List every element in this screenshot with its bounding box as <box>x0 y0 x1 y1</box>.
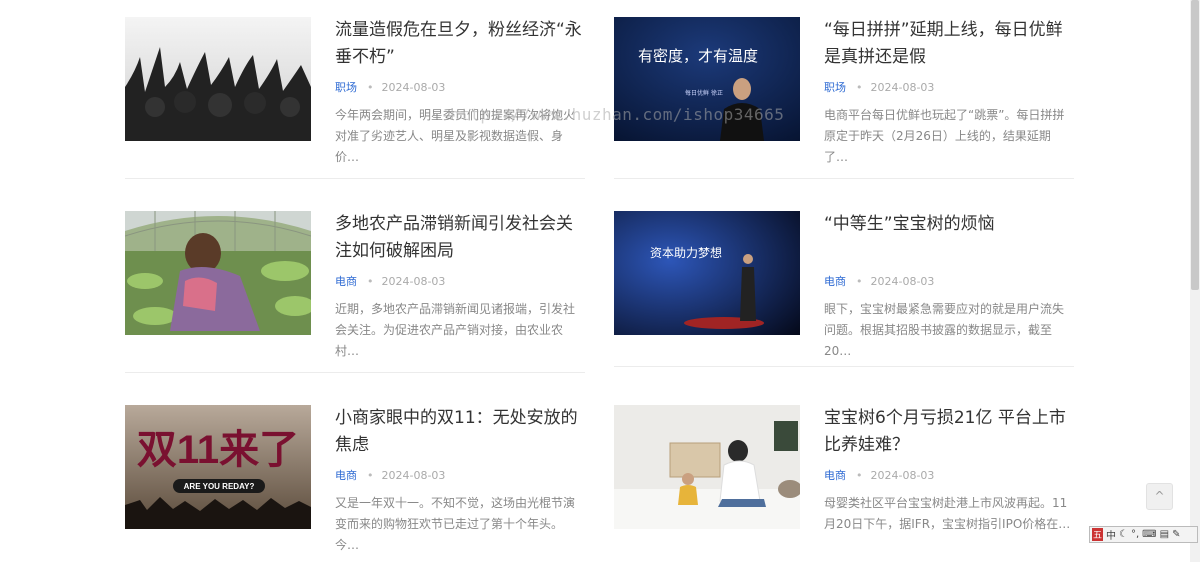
article-title[interactable]: 流量造假危在旦夕，粉丝经济“永垂不朽” <box>335 17 585 71</box>
article-card[interactable]: 有密度，才有温度 每日优鲜 徐正 “每日拼拼”延期上线，每日优鲜是真拼还是假 职… <box>614 17 1074 164</box>
capital-stage-image: 资本助力梦想 <box>614 211 800 335</box>
article-meta: 电商 • 2024-08-03 <box>824 273 934 289</box>
row-divider <box>614 366 1074 367</box>
ime-toolbar[interactable]: 五 中 ☾ °, ⌨ ▤ ✎ <box>1089 526 1198 543</box>
chevron-up-icon: ^ <box>1154 489 1165 503</box>
article-category-link[interactable]: 职场 <box>824 81 846 94</box>
moon-icon[interactable]: ☾ <box>1119 529 1128 540</box>
stage-slogan-text: 资本助力梦想 <box>650 245 722 260</box>
speaker-stage-image: 有密度，才有温度 每日优鲜 徐正 <box>614 17 800 141</box>
back-to-top-button[interactable]: ^ <box>1146 483 1173 510</box>
article-category-link[interactable]: 职场 <box>335 81 357 94</box>
article-card[interactable]: 双11来了 ARE YOU REDAY? 小商家眼中的双11：无处安放的焦虑 电… <box>125 405 585 552</box>
tools-icon[interactable]: ✎ <box>1172 529 1180 540</box>
meta-separator-dot: • <box>856 469 863 482</box>
punctuation-icon[interactable]: °, <box>1131 529 1139 540</box>
article-excerpt: 近期，多地农产品滞销新闻见诸报端，引发社会关注。为促进农产品产销对接，由农业农村… <box>335 302 576 358</box>
article-excerpt: 今年两会期间，明星委员们的提案再次将炮火对准了劣迹艺人、明星及影视数据造假、身价… <box>335 108 576 164</box>
double11-poster-image: 双11来了 ARE YOU REDAY? <box>125 405 311 529</box>
article-date: 2024-08-03 <box>381 469 446 482</box>
mother-child-room-image <box>614 405 800 529</box>
article-card[interactable]: 资本助力梦想 “中等生”宝宝树的烦恼 电商 • 2024-08-03 眼下，宝宝树最… <box>614 211 1074 358</box>
article-category-link[interactable]: 电商 <box>824 275 846 288</box>
row-divider <box>125 178 585 179</box>
article-title[interactable]: “每日拼拼”延期上线，每日优鲜是真拼还是假 <box>824 17 1074 71</box>
article-card[interactable]: 宝宝树6个月亏损21亿 平台上市比养娃难？ 电商 • 2024-08-03 母婴类社… <box>614 405 1074 531</box>
article-card[interactable]: 多地农产品滞销新闻引发社会关注如何破解困局 电商 • 2024-08-03 近期，多… <box>125 211 585 358</box>
article-category-link[interactable]: 电商 <box>824 469 846 482</box>
article-thumbnail-speaker[interactable]: 有密度，才有温度 每日优鲜 徐正 <box>614 17 800 141</box>
article-thumbnail-crowd[interactable] <box>125 17 311 141</box>
skin-icon[interactable]: ▤ <box>1160 529 1169 540</box>
article-date: 2024-08-03 <box>381 275 446 288</box>
keyboard-icon[interactable]: ⌨ <box>1142 529 1156 540</box>
row-divider <box>614 178 1074 179</box>
article-excerpt: 眼下，宝宝树最紧急需要应对的就是用户流失问题。根据其招股书披露的数据显示，截至2… <box>824 302 1065 358</box>
article-title[interactable]: “中等生”宝宝树的烦恼 <box>824 211 1074 238</box>
article-category-link[interactable]: 电商 <box>335 469 357 482</box>
scrollbar-thumb[interactable] <box>1191 0 1199 290</box>
article-meta: 电商 • 2024-08-03 <box>335 273 445 289</box>
crowd-concert-image <box>125 17 311 141</box>
article-meta: 职场 • 2024-08-03 <box>824 79 934 95</box>
article-date: 2024-08-03 <box>870 81 935 94</box>
article-card[interactable]: 流量造假危在旦夕，粉丝经济“永垂不朽” 职场 • 2024-08-03 今年两会期间… <box>125 17 585 164</box>
page-scrollbar[interactable] <box>1190 0 1200 562</box>
article-date: 2024-08-03 <box>381 81 446 94</box>
meta-separator-dot: • <box>856 81 863 94</box>
article-excerpt: 又是一年双十一。不知不觉，这场由光棍节演变而来的购物狂欢节已走过了第十个年头。今… <box>335 496 576 552</box>
ime-logo-icon[interactable]: 五 <box>1092 528 1104 541</box>
article-category-link[interactable]: 电商 <box>335 275 357 288</box>
article-title[interactable]: 小商家眼中的双11：无处安放的焦虑 <box>335 405 585 459</box>
farmer-greenhouse-image <box>125 211 311 335</box>
article-thumbnail-family[interactable] <box>614 405 800 529</box>
article-thumbnail-farmer[interactable] <box>125 211 311 335</box>
meta-separator-dot: • <box>367 469 374 482</box>
article-meta: 职场 • 2024-08-03 <box>335 79 445 95</box>
article-title[interactable]: 宝宝树6个月亏损21亿 平台上市比养娃难？ <box>824 405 1074 459</box>
stage-slogan-text: 有密度，才有温度 <box>638 47 758 65</box>
meta-separator-dot: • <box>367 81 374 94</box>
article-meta: 电商 • 2024-08-03 <box>335 467 445 483</box>
article-excerpt: 母婴类社区平台宝宝树赴港上市风波再起。11月20日下午，据IFR，宝宝树指引IP… <box>824 496 1071 531</box>
article-thumbnail-double11[interactable]: 双11来了 ARE YOU REDAY? <box>125 405 311 529</box>
meta-separator-dot: • <box>367 275 374 288</box>
ime-mode-toggle[interactable]: 中 <box>1106 527 1116 542</box>
article-thumbnail-capital[interactable]: 资本助力梦想 <box>614 211 800 335</box>
stage-caption: 每日优鲜 徐正 <box>685 89 723 97</box>
article-meta: 电商 • 2024-08-03 <box>824 467 934 483</box>
row-divider <box>125 372 585 373</box>
article-date: 2024-08-03 <box>870 469 935 482</box>
article-excerpt: 电商平台每日优鲜也玩起了“跳票”。每日拼拼原定于昨天（2月26日）上线的，结果延… <box>824 108 1065 164</box>
meta-separator-dot: • <box>856 275 863 288</box>
poster-subtitle: ARE YOU REDAY? <box>184 482 255 491</box>
article-date: 2024-08-03 <box>870 275 935 288</box>
article-title[interactable]: 多地农产品滞销新闻引发社会关注如何破解困局 <box>335 211 585 265</box>
double11-logo-text: 双11来了 <box>137 428 299 472</box>
